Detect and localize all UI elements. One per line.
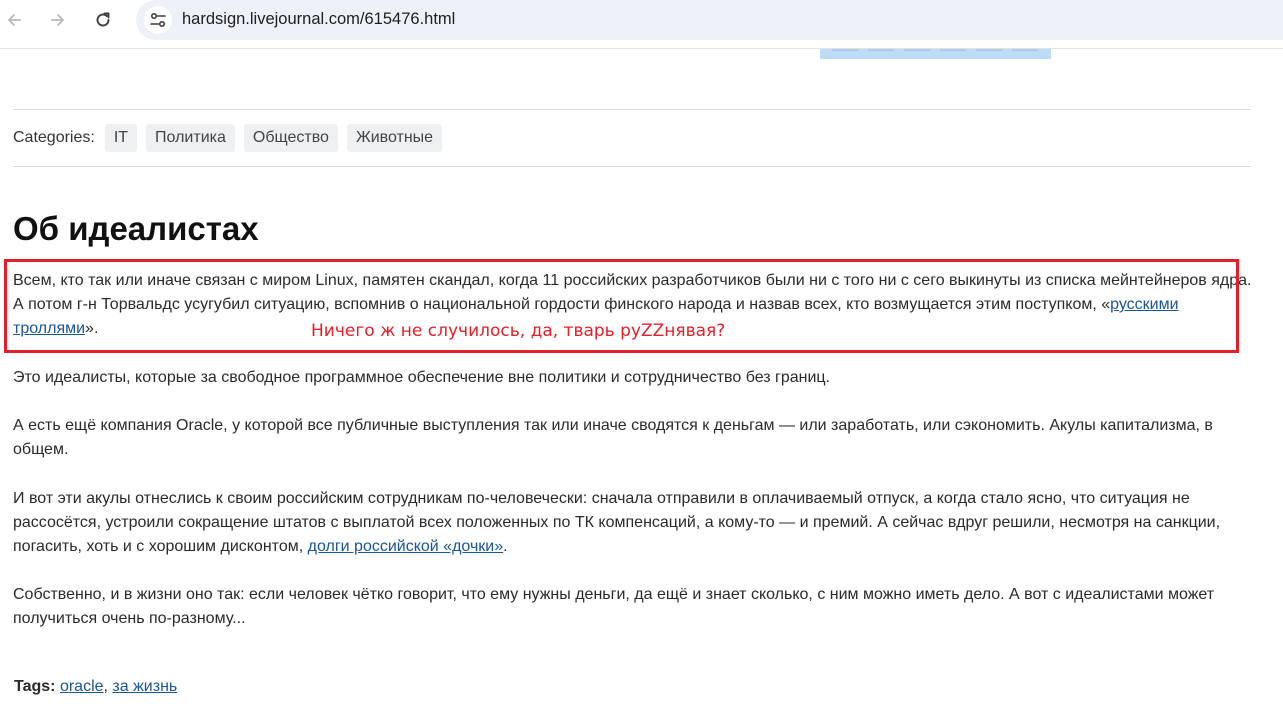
toolbar-divider bbox=[0, 48, 1283, 49]
russian-subsidiary-debts-link[interactable]: долги российской «дочки» bbox=[308, 538, 504, 555]
reload-icon bbox=[96, 12, 110, 27]
tag-oracle[interactable]: oracle bbox=[60, 678, 104, 695]
category-tag-politics[interactable]: Политика bbox=[146, 123, 235, 152]
tags-bar: Tags: oracle, за жизнь bbox=[14, 678, 177, 696]
post-paragraph-5: Собственно, и в жизни оно так: если чело… bbox=[13, 586, 1215, 627]
categories-label: Categories: bbox=[13, 128, 95, 146]
image-fragment bbox=[820, 49, 1051, 59]
separator-line bbox=[13, 166, 1251, 167]
separator-line bbox=[13, 109, 1251, 110]
forward-button[interactable] bbox=[44, 6, 72, 34]
url-text[interactable]: hardsign.livejournal.com/615476.html bbox=[182, 10, 455, 29]
back-button[interactable] bbox=[0, 6, 28, 34]
category-tag-animals[interactable]: Животные bbox=[346, 123, 443, 152]
tags-label: Tags: bbox=[14, 678, 56, 695]
annotation-text: Ничего ж не случилось, да, тварь руZZняв… bbox=[311, 321, 726, 341]
category-tag-it[interactable]: IT bbox=[104, 123, 138, 152]
tune-icon bbox=[150, 12, 166, 28]
tag-za-zhizn[interactable]: за жизнь bbox=[112, 678, 177, 695]
post-paragraph-2: Это идеалисты, которые за свободное прог… bbox=[13, 369, 831, 386]
post-title: Об идеалистах bbox=[13, 210, 259, 247]
post-paragraph-3: А есть ещё компания Oracle, у которой вс… bbox=[13, 417, 1213, 458]
categories-bar: Categories: IT Политика Общество Животны… bbox=[13, 123, 451, 152]
address-bar[interactable]: hardsign.livejournal.com/615476.html bbox=[136, 0, 1283, 40]
site-info-button[interactable] bbox=[144, 6, 172, 34]
reload-button[interactable] bbox=[89, 6, 117, 34]
arrow-left-icon bbox=[8, 14, 21, 26]
category-tag-society[interactable]: Общество bbox=[243, 123, 338, 152]
arrow-right-icon bbox=[51, 14, 64, 26]
browser-toolbar: hardsign.livejournal.com/615476.html bbox=[0, 0, 1283, 40]
post-paragraph-4: И вот эти акулы отнеслись к своим россий… bbox=[13, 490, 1221, 555]
